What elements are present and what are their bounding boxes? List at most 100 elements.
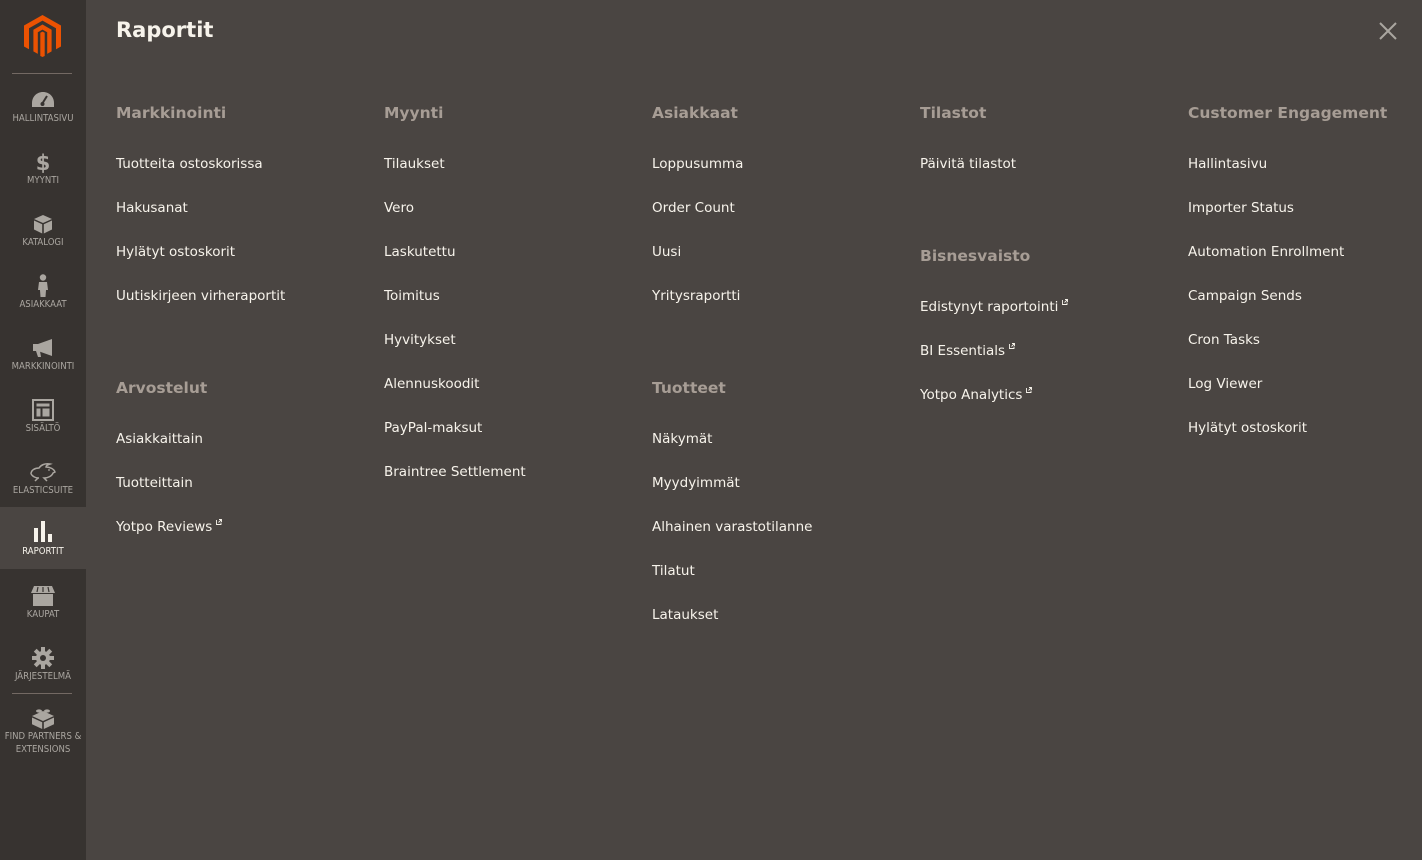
person-icon bbox=[0, 274, 86, 298]
close-icon bbox=[1379, 22, 1397, 40]
menu-link[interactable]: Cron Tasks bbox=[1188, 332, 1260, 348]
menu-link[interactable]: Tuotteittain bbox=[116, 475, 193, 491]
external-link-icon bbox=[216, 519, 223, 525]
group-title: Myynti bbox=[384, 104, 444, 122]
box-icon bbox=[0, 212, 86, 236]
menu-link[interactable]: Tilatut bbox=[652, 563, 695, 579]
menu-link[interactable]: Toimitus bbox=[384, 288, 440, 304]
external-link-icon bbox=[1009, 343, 1016, 349]
menu-link[interactable]: Automation Enrollment bbox=[1188, 244, 1344, 260]
sidebar-item-label: Elasticsuite bbox=[12, 485, 74, 496]
link-label: BI Essentials bbox=[920, 343, 1006, 359]
menu-link[interactable]: Näkymät bbox=[652, 431, 712, 447]
panel-title: Raportit bbox=[116, 18, 214, 42]
sidebar-item-label: Asiakkaat bbox=[19, 299, 67, 310]
menu-group-tuotteet: Tuotteet Näkymät Myydyimmät Alhainen var… bbox=[652, 376, 812, 648]
sidebar-item-label: Sisältö bbox=[25, 423, 61, 434]
sidebar-item-sisalto[interactable]: Sisältö bbox=[0, 398, 86, 460]
menu-group-customer-engagement: Customer Engagement Hallintasivu Importe… bbox=[1188, 101, 1387, 461]
menu-link[interactable]: Tilaukset bbox=[384, 156, 445, 172]
menu-link[interactable]: Alhainen varastotilanne bbox=[652, 519, 812, 535]
menu-link[interactable]: Yritysraportti bbox=[652, 288, 740, 304]
menu-link[interactable]: PayPal-maksut bbox=[384, 420, 482, 436]
admin-sidebar: Hallintasivu $ Myynti Katalogi Asiakkaat… bbox=[0, 0, 86, 860]
sidebar-item-asiakkaat[interactable]: Asiakkaat bbox=[0, 274, 86, 336]
gear-icon bbox=[0, 646, 86, 670]
svg-text:$: $ bbox=[36, 151, 50, 173]
menu-group-tilastot: Tilastot Päivitä tilastot bbox=[920, 101, 1016, 197]
menu-link[interactable]: Hakusanat bbox=[116, 200, 188, 216]
sidebar-item-jarjestelma[interactable]: Järjestelmä bbox=[0, 646, 86, 708]
sidebar-item-label: Myynti bbox=[27, 175, 59, 186]
sidebar-item-label: Kaupat bbox=[26, 609, 60, 620]
menu-group-arvostelut: Arvostelut Asiakkaittain Tuotteittain Yo… bbox=[116, 376, 223, 560]
sidebar-item-hallintasivu[interactable]: Hallintasivu bbox=[0, 88, 86, 150]
external-link-icon bbox=[1026, 387, 1033, 393]
menu-link[interactable]: Myydyimmät bbox=[652, 475, 740, 491]
menu-link[interactable]: Tuotteita ostoskorissa bbox=[116, 156, 263, 172]
sidebar-item-label: Find Partners & Extensions bbox=[4, 731, 82, 755]
group-title: Customer Engagement bbox=[1188, 104, 1388, 122]
external-link-icon bbox=[1062, 299, 1069, 305]
dollar-icon: $ bbox=[0, 150, 86, 174]
group-title: Tuotteet bbox=[652, 379, 726, 397]
menu-link[interactable]: Asiakkaittain bbox=[116, 431, 203, 447]
sidebar-item-kaupat[interactable]: Kaupat bbox=[0, 584, 86, 646]
sidebar-item-markkinointi[interactable]: Markkinointi bbox=[0, 336, 86, 398]
link-label: Yotpo Analytics bbox=[920, 387, 1023, 403]
store-icon bbox=[0, 584, 86, 608]
sidebar-item-label: Raportit bbox=[22, 546, 64, 557]
menu-link[interactable]: Päivitä tilastot bbox=[920, 156, 1016, 172]
layout-icon bbox=[0, 398, 86, 422]
dashboard-icon bbox=[0, 88, 86, 112]
menu-link[interactable]: Yotpo Analytics bbox=[920, 387, 1033, 403]
menu-link[interactable]: Hylätyt ostoskorit bbox=[116, 244, 235, 260]
menu-group-bisnesvaisto: Bisnesvaisto Edistynyt raportointi BI Es… bbox=[920, 244, 1069, 428]
megaphone-icon bbox=[0, 336, 86, 360]
menu-link[interactable]: Log Viewer bbox=[1188, 376, 1262, 392]
menu-link[interactable]: Yotpo Reviews bbox=[116, 519, 223, 535]
group-title: Asiakkaat bbox=[652, 104, 738, 122]
menu-link[interactable]: Lataukset bbox=[652, 607, 718, 623]
menu-link[interactable]: Edistynyt raportointi bbox=[920, 299, 1069, 315]
menu-link[interactable]: Braintree Settlement bbox=[384, 464, 526, 480]
menu-link[interactable]: Hyvitykset bbox=[384, 332, 456, 348]
menu-link[interactable]: Uutiskirjeen virheraportit bbox=[116, 288, 285, 304]
reports-menu-panel: Raportit Markkinointi Tuotteita ostoskor… bbox=[86, 0, 1422, 860]
lego-brick-icon bbox=[0, 706, 86, 730]
sidebar-item-label: Järjestelmä bbox=[14, 671, 72, 682]
menu-link[interactable]: Vero bbox=[384, 200, 414, 216]
sidebar-item-find-partners[interactable]: Find Partners & Extensions bbox=[0, 706, 86, 760]
menu-link[interactable]: Loppusumma bbox=[652, 156, 743, 172]
group-title: Arvostelut bbox=[116, 379, 208, 397]
menu-link[interactable]: Importer Status bbox=[1188, 200, 1294, 216]
bar-chart-icon bbox=[0, 519, 86, 543]
menu-group-myynti: Myynti Tilaukset Vero Laskutettu Toimitu… bbox=[384, 101, 526, 505]
sidebar-item-label: Hallintasivu bbox=[12, 113, 74, 124]
menu-link[interactable]: Alennuskoodit bbox=[384, 376, 479, 392]
menu-link[interactable]: Order Count bbox=[652, 200, 735, 216]
sidebar-item-katalogi[interactable]: Katalogi bbox=[0, 212, 86, 274]
magento-logo-icon[interactable] bbox=[24, 15, 61, 57]
group-title: Tilastot bbox=[920, 104, 987, 122]
sidebar-item-myynti[interactable]: $ Myynti bbox=[0, 150, 86, 212]
sidebar-divider bbox=[12, 693, 72, 694]
sidebar-item-label: Markkinointi bbox=[11, 361, 75, 372]
close-button[interactable] bbox=[1375, 18, 1401, 44]
sidebar-divider bbox=[12, 73, 72, 74]
sidebar-item-label: Katalogi bbox=[22, 237, 64, 248]
rabbit-icon bbox=[0, 460, 86, 484]
menu-link[interactable]: Uusi bbox=[652, 244, 681, 260]
menu-link[interactable]: Hylätyt ostoskorit bbox=[1188, 420, 1307, 436]
menu-group-markkinointi: Markkinointi Tuotteita ostoskorissa Haku… bbox=[116, 101, 285, 329]
sidebar-item-raportit[interactable]: Raportit bbox=[0, 507, 86, 569]
group-title: Bisnesvaisto bbox=[920, 247, 1031, 265]
menu-link[interactable]: BI Essentials bbox=[920, 343, 1016, 359]
group-title: Markkinointi bbox=[116, 104, 227, 122]
menu-group-asiakkaat: Asiakkaat Loppusumma Order Count Uusi Yr… bbox=[652, 101, 743, 329]
link-label: Edistynyt raportointi bbox=[920, 299, 1059, 315]
link-label: Yotpo Reviews bbox=[116, 519, 213, 535]
menu-link[interactable]: Campaign Sends bbox=[1188, 288, 1302, 304]
menu-link[interactable]: Hallintasivu bbox=[1188, 156, 1267, 172]
menu-link[interactable]: Laskutettu bbox=[384, 244, 456, 260]
